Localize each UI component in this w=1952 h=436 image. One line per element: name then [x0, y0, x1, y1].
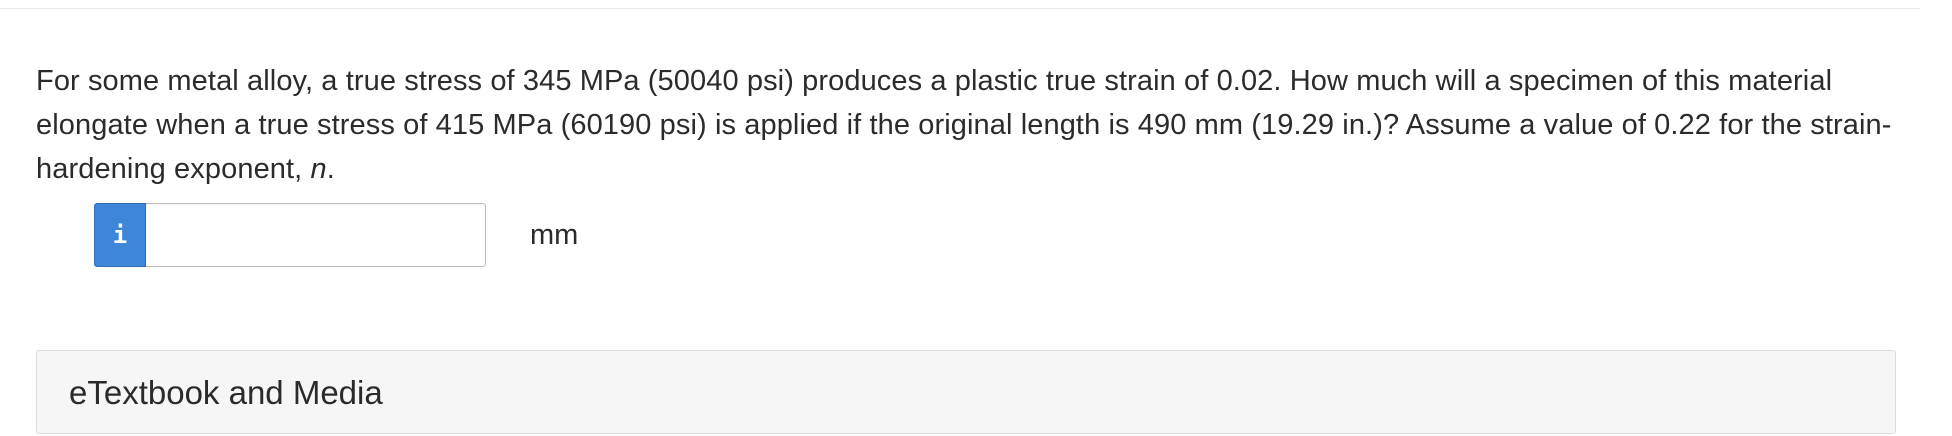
etextbook-media-panel[interactable]: eTextbook and Media: [36, 350, 1896, 434]
question-end: .: [326, 153, 335, 185]
answer-row: i mm: [94, 202, 578, 268]
answer-input[interactable]: [146, 203, 486, 267]
info-icon: i: [112, 221, 128, 249]
etextbook-media-label: eTextbook and Media: [69, 374, 383, 411]
top-divider: [0, 8, 1920, 9]
question-text: For some metal alloy, a true stress of 3…: [36, 59, 1896, 191]
info-button[interactable]: i: [94, 203, 146, 267]
unit-label: mm: [530, 218, 579, 251]
question-variable: n: [310, 153, 327, 185]
